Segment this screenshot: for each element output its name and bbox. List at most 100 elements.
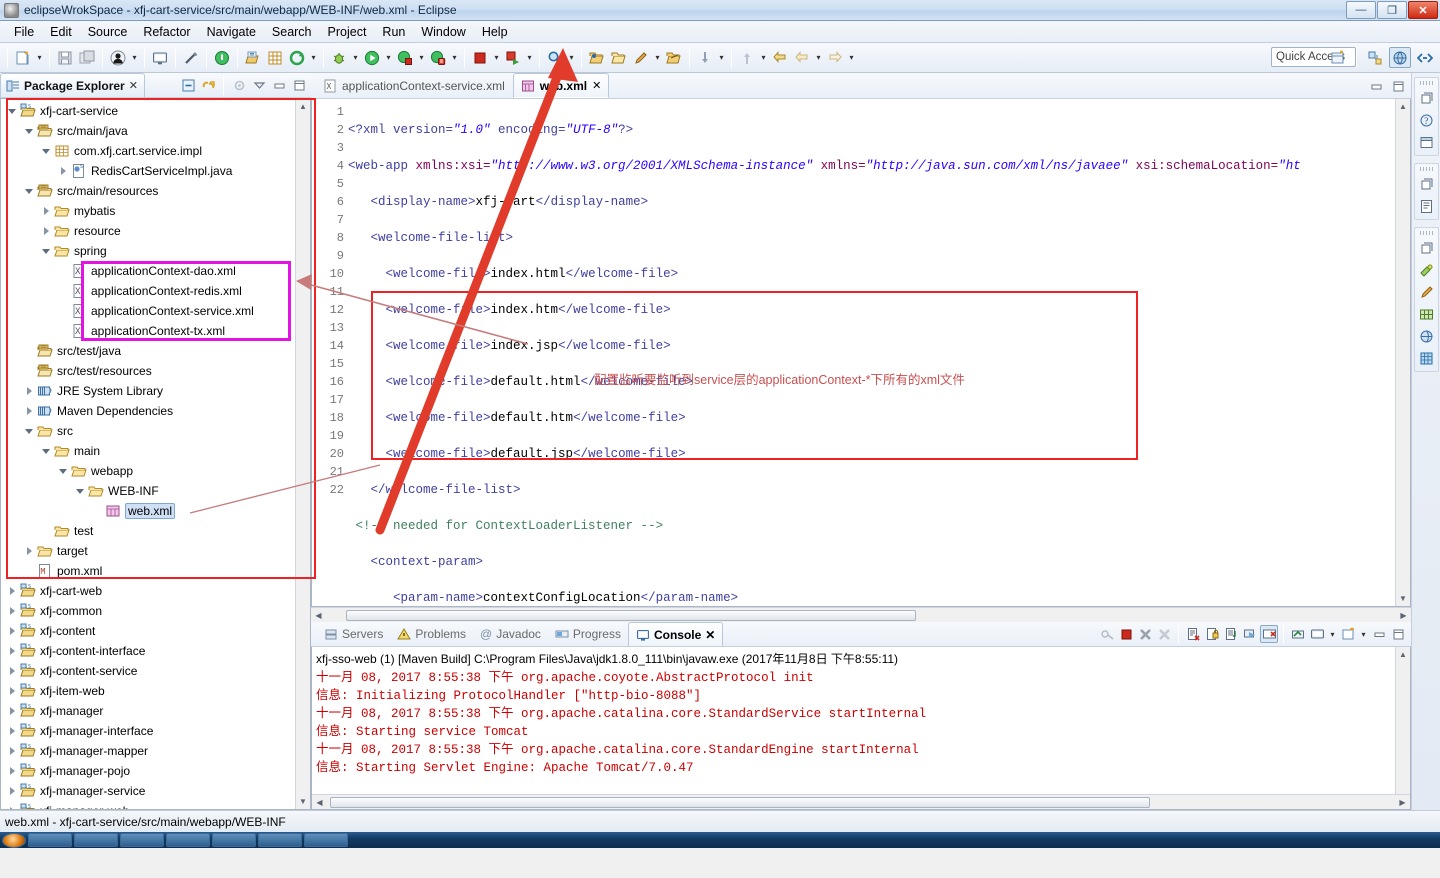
tab-servers[interactable]: Servers xyxy=(317,622,390,646)
menu-run[interactable]: Run xyxy=(374,23,413,41)
tree-node-src-test-java[interactable]: src/test/java xyxy=(1,341,310,361)
focus-icon[interactable] xyxy=(230,76,248,94)
save-all-icon[interactable] xyxy=(77,48,97,68)
tree-node-xfj-cart-web[interactable]: Sxfj-cart-web xyxy=(1,581,310,601)
expand-twisty-icon[interactable] xyxy=(7,806,18,809)
clear-console-icon[interactable] xyxy=(1184,625,1202,643)
drag-handle[interactable] xyxy=(1419,81,1433,85)
scroll-down-icon[interactable]: ▼ xyxy=(296,794,311,809)
menu-edit[interactable]: Edit xyxy=(42,23,80,41)
maximize-icon[interactable] xyxy=(1389,77,1407,95)
restore-icon[interactable] xyxy=(1417,89,1436,108)
scroll-right-icon[interactable]: ▶ xyxy=(1395,795,1410,810)
forward-inactive-icon[interactable] xyxy=(792,48,812,68)
servers-view-icon[interactable] xyxy=(1417,327,1436,346)
collapse-twisty-icon[interactable] xyxy=(41,446,52,457)
tree-node-test[interactable]: test xyxy=(1,521,310,541)
run-as-server-icon[interactable] xyxy=(395,48,415,68)
minimize-icon[interactable] xyxy=(1367,77,1385,95)
tree-node-rediscartserviceimpl-java[interactable]: S RedisCartServiceImpl.java xyxy=(1,161,310,181)
open-task-icon[interactable] xyxy=(664,48,684,68)
expand-twisty-icon[interactable] xyxy=(7,646,18,657)
profile-dropdown-icon[interactable]: ▾ xyxy=(449,48,460,68)
tree-node-src[interactable]: src xyxy=(1,421,310,441)
terminate-icon[interactable] xyxy=(1117,625,1135,643)
tree-node-xfj-manager[interactable]: Sxfj-manager xyxy=(1,701,310,721)
drag-handle[interactable] xyxy=(1419,167,1433,171)
tree-node-src-test-resources[interactable]: src/test/resources xyxy=(1,361,310,381)
new-console-dropdown-icon[interactable]: ▾ xyxy=(1358,624,1369,644)
tree-node-applicationcontext-redis-xml[interactable]: X S applicationContext-redis.xml xyxy=(1,281,310,301)
expand-twisty-icon[interactable] xyxy=(24,386,35,397)
remove-all-icon[interactable] xyxy=(1155,625,1173,643)
close-icon[interactable]: ✕ xyxy=(592,79,601,92)
minimize-button[interactable]: — xyxy=(1346,1,1376,19)
tab-problems[interactable]: Problems xyxy=(390,622,473,646)
tree-node-xfj-content-service[interactable]: Sxfj-content-service xyxy=(1,661,310,681)
editor-horizontal-scrollbar[interactable]: ◀ ▶ xyxy=(311,607,1411,622)
debug-icon[interactable] xyxy=(329,48,349,68)
package-explorer-tree[interactable]: Sxfj-cart-service src/main/java com.xfj.ca… xyxy=(0,98,311,810)
run-icon[interactable] xyxy=(362,48,382,68)
editor-tab-webxml[interactable]: web.xml ✕ xyxy=(512,73,610,98)
scroll-down-icon[interactable]: ▼ xyxy=(1396,591,1411,606)
remove-launch-icon[interactable] xyxy=(1136,625,1154,643)
tree-node-src-main-java[interactable]: src/main/java xyxy=(1,121,310,141)
expand-twisty-icon[interactable] xyxy=(7,746,18,757)
collapse-twisty-icon[interactable] xyxy=(24,426,35,437)
open-resource-icon[interactable] xyxy=(587,48,607,68)
toggle-markoccurrences-icon[interactable] xyxy=(181,48,201,68)
tree-node-xfj-content-interface[interactable]: Sxfj-content-interface xyxy=(1,641,310,661)
pencil-dropdown-icon[interactable]: ▾ xyxy=(652,48,663,68)
view-menu-icon[interactable] xyxy=(250,76,268,94)
expand-twisty-icon[interactable] xyxy=(7,686,18,697)
tree-node-xfj-item-web[interactable]: Sxfj-item-web xyxy=(1,681,310,701)
scroll-thumb[interactable] xyxy=(346,610,916,621)
editor-tab-applicationcontext-service[interactable]: X applicationContext-service.xml xyxy=(315,73,513,98)
minimize-icon[interactable] xyxy=(1370,625,1388,643)
tree-node-resource[interactable]: resource xyxy=(1,221,310,241)
tree-node-xfj-manager-service[interactable]: Sxfj-manager-service xyxy=(1,781,310,801)
expand-twisty-icon[interactable] xyxy=(24,406,35,417)
restore-icon[interactable] xyxy=(1417,239,1436,258)
expand-twisty-icon[interactable] xyxy=(7,606,18,617)
tree-node-com-xfj-cart-service-impl[interactable]: com.xfj.cart.service.impl xyxy=(1,141,310,161)
java-perspective-icon[interactable] xyxy=(1364,47,1386,68)
next-annotation-icon[interactable] xyxy=(695,48,715,68)
open-console-dropdown-icon[interactable]: ▾ xyxy=(1327,624,1338,644)
menu-source[interactable]: Source xyxy=(80,23,136,41)
scroll-right-icon[interactable]: ▶ xyxy=(1396,608,1411,623)
tree-node-xfj-content[interactable]: Sxfj-content xyxy=(1,621,310,641)
tree-node-xfj-manager-web[interactable]: Sxfj-manager-web xyxy=(1,801,310,809)
console-vertical-scrollbar[interactable]: ▲ ▼ xyxy=(1395,647,1410,809)
collapse-all-icon[interactable] xyxy=(179,76,197,94)
tree-node-web-xml[interactable]: web.xml xyxy=(1,501,310,521)
scroll-left-icon[interactable]: ◀ xyxy=(312,795,327,810)
collapse-twisty-icon[interactable] xyxy=(41,246,52,257)
new-package-icon[interactable] xyxy=(265,48,285,68)
expand-twisty-icon[interactable] xyxy=(7,586,18,597)
tab-progress[interactable]: Progress xyxy=(548,622,628,646)
build-dropdown-icon[interactable]: ▾ xyxy=(524,48,535,68)
taskbar-button[interactable] xyxy=(28,833,72,847)
snippets-view-icon[interactable] xyxy=(1417,197,1436,216)
outline-view-icon[interactable] xyxy=(1417,133,1436,152)
link-with-editor-icon[interactable] xyxy=(199,76,217,94)
forward-icon[interactable] xyxy=(825,48,845,68)
tree-node-main[interactable]: main xyxy=(1,441,310,461)
debug-dropdown-icon[interactable]: ▾ xyxy=(350,48,361,68)
expand-twisty-icon[interactable] xyxy=(41,206,52,217)
open-type-icon[interactable] xyxy=(243,48,263,68)
tree-node-applicationcontext-tx-xml[interactable]: X S applicationContext-tx.xml xyxy=(1,321,310,341)
expand-twisty-icon[interactable] xyxy=(24,546,35,557)
tree-node-mybatis[interactable]: mybatis xyxy=(1,201,310,221)
profile-icon[interactable] xyxy=(428,48,448,68)
expand-twisty-icon[interactable] xyxy=(7,726,18,737)
run-dropdown-icon[interactable]: ▾ xyxy=(383,48,394,68)
tab-javadoc[interactable]: @ Javadoc xyxy=(473,622,548,646)
expand-twisty-icon[interactable] xyxy=(41,226,52,237)
expand-twisty-icon[interactable] xyxy=(7,626,18,637)
javaee-perspective-icon[interactable] xyxy=(1389,47,1411,68)
user-icon[interactable] xyxy=(108,48,128,68)
previous-annotation-dropdown-icon[interactable]: ▾ xyxy=(758,48,769,68)
